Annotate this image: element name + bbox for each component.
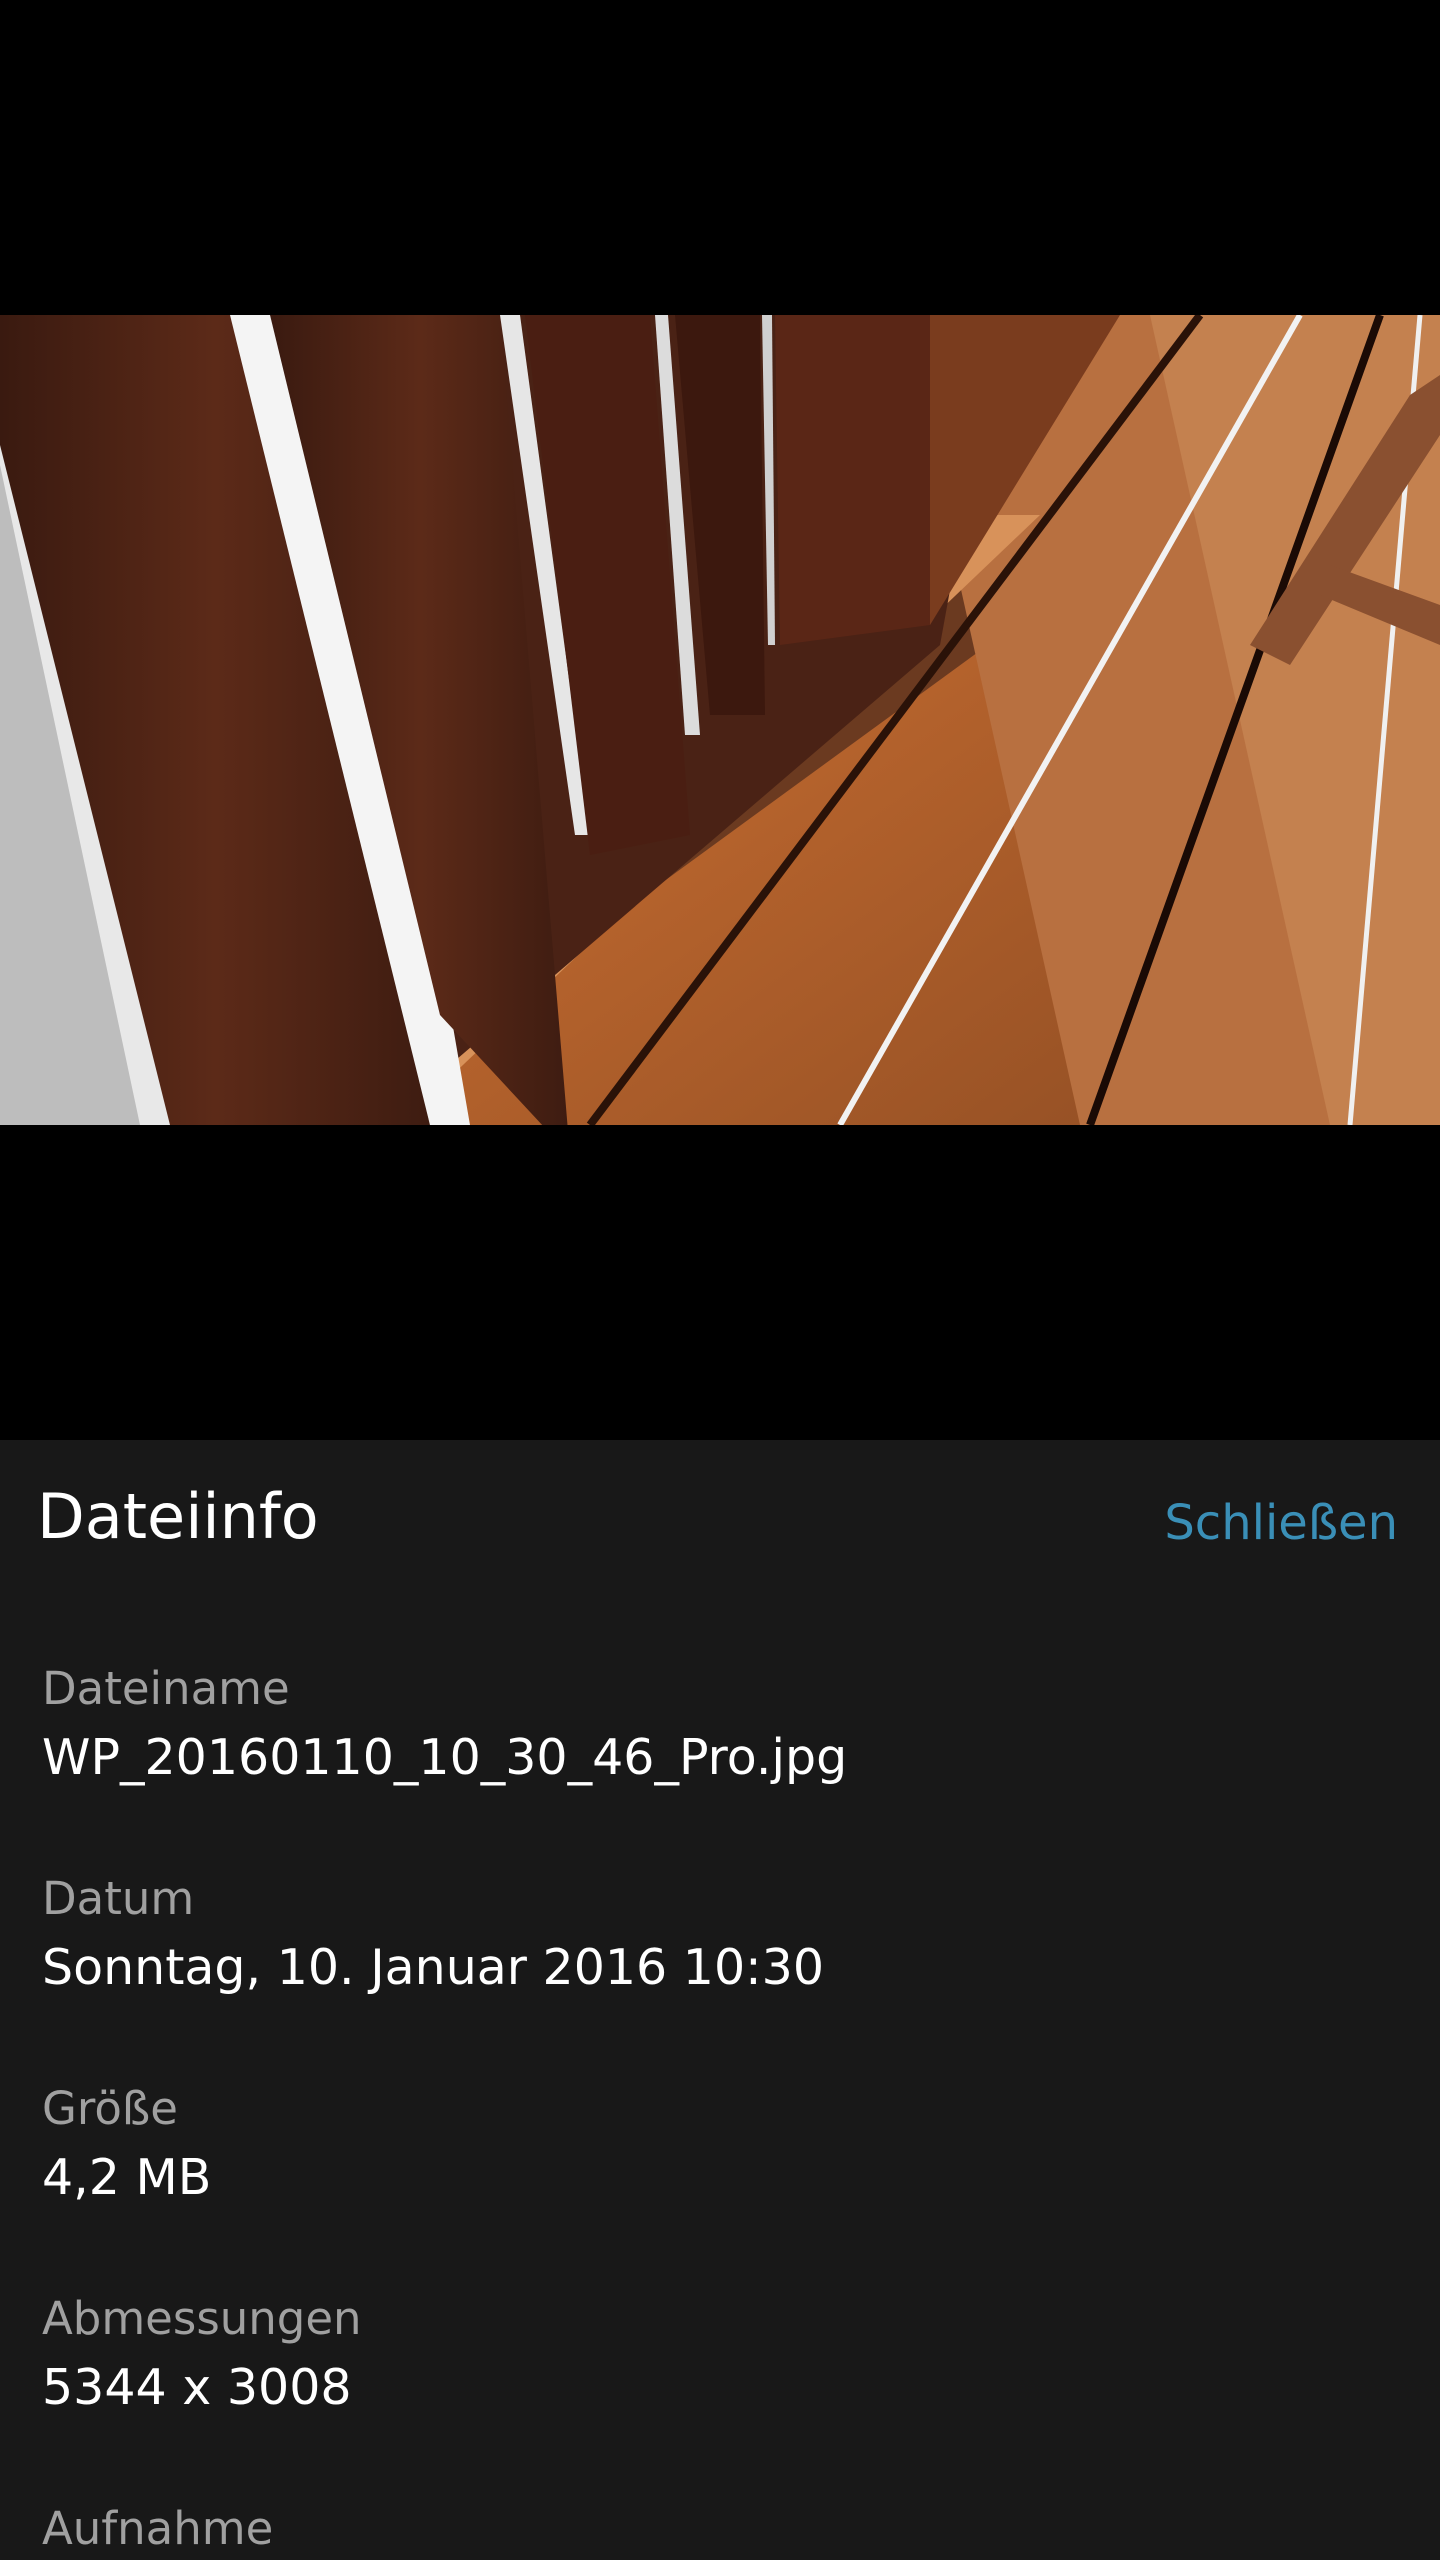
field-value: 5344 x 3008 <box>42 2359 352 2416</box>
field-value: 4,2 MB <box>42 2149 212 2206</box>
photo-image[interactable] <box>0 315 1440 1125</box>
photo-viewer[interactable] <box>0 0 1440 1440</box>
field-capture: Aufnahme <box>42 2496 1402 2560</box>
field-label: Datum <box>42 1872 195 1925</box>
field-size: Größe 4,2 MB <box>42 2076 1402 2214</box>
field-date: Datum Sonntag, 10. Januar 2016 10:30 <box>42 1866 1402 2004</box>
close-button[interactable]: Schließen <box>1164 1488 1398 1558</box>
field-filename: Dateiname WP_20160110_10_30_46_Pro.jpg <box>42 1656 1402 1794</box>
panel-title: Dateiinfo <box>37 1480 319 1553</box>
field-value: Sonntag, 10. Januar 2016 10:30 <box>42 1939 825 1996</box>
field-label: Größe <box>42 2082 178 2135</box>
field-label: Aufnahme <box>42 2502 274 2555</box>
field-dimensions: Abmessungen 5344 x 3008 <box>42 2286 1402 2424</box>
field-label: Abmessungen <box>42 2292 362 2345</box>
field-label: Dateiname <box>42 1662 290 1715</box>
photo-viewer-screen: Dateiinfo Schließen Dateiname WP_2016011… <box>0 0 1440 2560</box>
field-value: WP_20160110_10_30_46_Pro.jpg <box>42 1729 848 1786</box>
